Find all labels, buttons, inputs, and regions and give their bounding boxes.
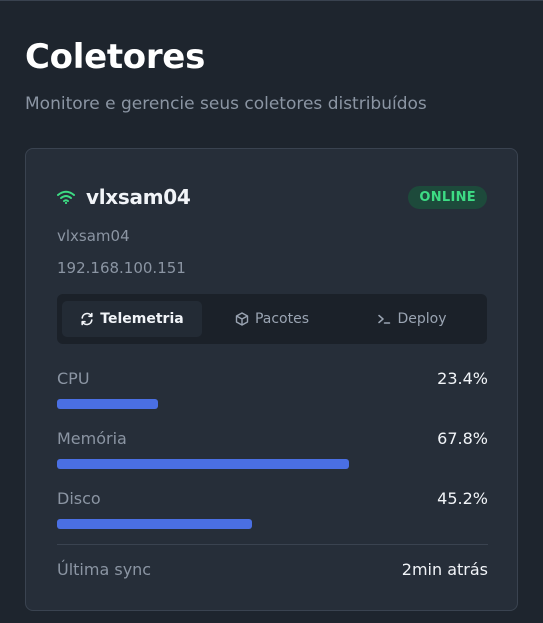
metric-disco: Disco 45.2% [57,487,488,529]
tab-telemetria-label: Telemetria [100,311,184,327]
collector-card: vlxsam04 ONLINE vlxsam04 192.168.100.151… [25,148,518,611]
tab-pacotes-label: Pacotes [254,311,310,327]
collector-ip: 192.168.100.151 [57,259,186,277]
metric-memoria-label: Memória [57,428,127,448]
last-sync-label: Última sync [57,559,152,579]
package-icon [235,312,249,326]
tab-deploy[interactable]: Deploy [342,301,482,337]
terminal-icon [378,314,391,324]
last-sync-value: 2min atrás [401,559,488,579]
tab-telemetria[interactable]: Telemetria [62,301,202,337]
cpu-progress-fill [57,399,158,409]
memoria-progress-bar [57,459,488,469]
tab-deploy-label: Deploy [397,311,447,327]
collector-tabs: Telemetria Pacotes Deploy [57,294,487,344]
last-sync-row: Última sync 2min atrás [57,557,488,581]
metric-disco-value: 45.2% [437,488,488,508]
metric-cpu-value: 23.4% [437,368,488,388]
divider [57,544,488,545]
tab-pacotes[interactable]: Pacotes [202,301,342,337]
collector-name: vlxsam04 [86,185,191,209]
disco-progress-fill [57,519,252,529]
disco-progress-bar [57,519,488,529]
metric-cpu: CPU 23.4% [57,367,488,409]
collector-card-header: vlxsam04 ONLINE [57,182,487,212]
collector-hostname: vlxsam04 [57,227,130,245]
metric-memoria: Memória 67.8% [57,427,488,469]
memoria-progress-fill [57,459,350,469]
status-badge: ONLINE [408,185,487,209]
metric-cpu-label: CPU [57,368,90,388]
cpu-progress-bar [57,399,488,409]
wifi-icon [57,189,75,205]
refresh-icon [81,312,93,326]
collectors-page: Coletores Monitore e gerencie seus colet… [0,0,543,623]
metric-memoria-value: 67.8% [437,428,488,448]
page-subtitle: Monitore e gerencie seus coletores distr… [25,94,427,114]
page-title: Coletores [25,37,206,77]
metric-disco-label: Disco [57,488,101,508]
